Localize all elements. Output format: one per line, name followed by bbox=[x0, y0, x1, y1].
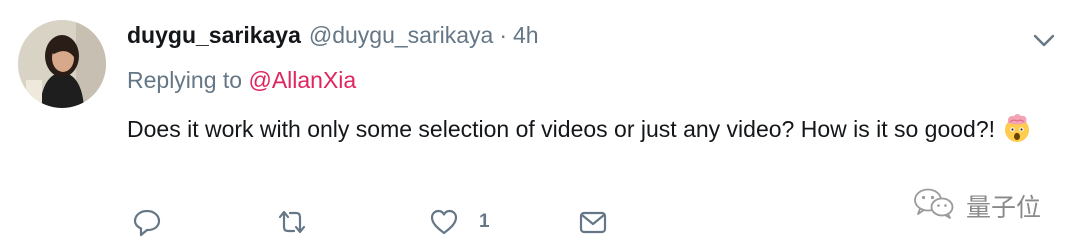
like-button[interactable]: 1 bbox=[429, 205, 490, 239]
avatar-photo bbox=[18, 20, 106, 108]
separator-dot: · bbox=[499, 22, 507, 48]
share-icon bbox=[578, 207, 608, 237]
watermark: 量子位 bbox=[912, 188, 1041, 224]
chevron-down-icon[interactable] bbox=[1030, 26, 1058, 54]
like-count: 1 bbox=[479, 211, 490, 232]
retweet-button[interactable] bbox=[276, 205, 308, 239]
retweet-icon bbox=[276, 207, 308, 237]
replying-to: Replying to @AllanXia bbox=[127, 67, 356, 94]
share-button[interactable] bbox=[578, 205, 608, 239]
watermark-text: 量子位 bbox=[966, 193, 1042, 222]
avatar[interactable] bbox=[18, 20, 106, 108]
tweet-header: duygu_sarikaya @duygu_sarikaya · 4h bbox=[127, 22, 539, 52]
heart-icon bbox=[429, 207, 459, 237]
user-handle[interactable]: @duygu_sarikaya bbox=[309, 22, 493, 49]
display-name[interactable]: duygu_sarikaya bbox=[127, 22, 301, 49]
reply-mention-link[interactable]: @AllanXia bbox=[248, 67, 356, 93]
tweet-body: Does it work with only some selection of… bbox=[127, 116, 996, 142]
tweet-text: Does it work with only some selection of… bbox=[127, 112, 1067, 147]
replying-to-label: Replying to bbox=[127, 67, 243, 93]
timestamp[interactable]: 4h bbox=[513, 22, 539, 49]
exploding-head-icon bbox=[1001, 112, 1033, 144]
reply-icon bbox=[132, 207, 162, 237]
wechat-icon bbox=[912, 186, 966, 226]
reply-button[interactable] bbox=[132, 205, 162, 239]
